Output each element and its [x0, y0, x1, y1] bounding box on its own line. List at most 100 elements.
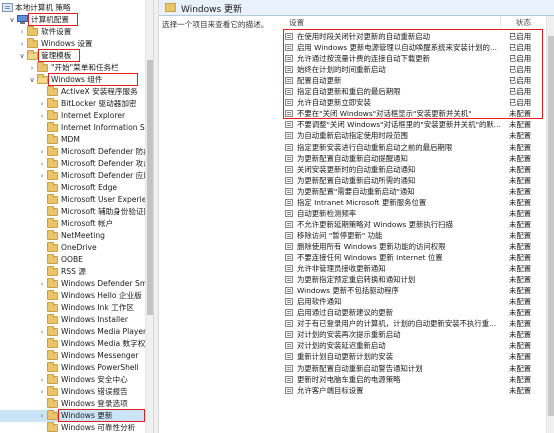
- policy-row[interactable]: 重新计划自动更新计划的安装 未配置: [281, 351, 546, 362]
- policy-row[interactable]: 为更新配置自动重新启动提醒通知 未配置: [281, 153, 546, 164]
- tree-item[interactable]: Internet Information Ser: [0, 122, 153, 134]
- chevron-right-icon[interactable]: ›: [28, 62, 36, 74]
- tree-item[interactable]: › Windows Media Player: [0, 326, 146, 338]
- chevron-right-icon[interactable]: ›: [38, 410, 46, 422]
- column-header-state[interactable]: 状态: [501, 16, 546, 30]
- tree-item[interactable]: Microsoft Edge: [0, 182, 145, 194]
- policy-name: 始终在计划的时间重新启动: [297, 65, 386, 75]
- policy-row[interactable]: 不允许更新延期策略对 Windows 更新执行扫描 未配置: [281, 219, 546, 230]
- policy-row[interactable]: 指定更新安装进行自动重新启动之前的最后期限 未配置: [281, 142, 546, 153]
- policy-row[interactable]: 删除使用所有 Windows 更新功能的访问权限 未配置: [281, 241, 546, 252]
- policy-row[interactable]: 允许客户端目标设置 未配置: [281, 385, 546, 396]
- chevron-right-icon[interactable]: ›: [38, 158, 46, 170]
- policy-row[interactable]: 为更新配置自动重新启动警告通知计划 未配置: [281, 363, 546, 374]
- policy-row[interactable]: 允许非管理员接收更新通知 未配置: [281, 263, 546, 274]
- folder-icon: [47, 182, 58, 192]
- tree-item[interactable]: Windows 可靠性分析: [0, 422, 145, 433]
- tree-item[interactable]: Windows Ink 工作区: [0, 302, 145, 314]
- chevron-down-icon[interactable]: ∨: [28, 74, 36, 86]
- tree-item[interactable]: › Windows 错误报告: [0, 386, 145, 398]
- policy-row[interactable]: 为更新配置自动重新启动所需的通知 未配置: [281, 175, 546, 186]
- chevron-right-icon[interactable]: ›: [18, 26, 26, 38]
- folder-icon: [47, 134, 58, 144]
- tree-item-label: BitLocker 驱动器加密: [61, 99, 137, 108]
- tree-item[interactable]: Windows Messenger: [0, 350, 145, 362]
- tree-item[interactable]: › Windows 设置: [0, 38, 145, 50]
- policy-setting-icon: [285, 33, 293, 40]
- tree-item[interactable]: › Microsoft Defender 防病: [0, 146, 151, 158]
- chevron-right-icon[interactable]: ›: [38, 110, 46, 122]
- policy-row[interactable]: 为更新配置"需要自动重新启动"通知 未配置: [281, 186, 546, 197]
- tree-item[interactable]: ∨ 计算机配置: [0, 14, 145, 26]
- policy-row[interactable]: 移除访问 "暂停更新" 功能 未配置: [281, 230, 546, 241]
- tree-item[interactable]: MDM: [0, 134, 145, 146]
- policy-row[interactable]: 在使用时段关闭针对更新的自动重新启动 已启用: [281, 31, 546, 42]
- policy-row[interactable]: 不要调整"关闭 Windows"对话框里的"安装更新并关机"的默... 未配置: [281, 119, 546, 130]
- tree-item-label: Microsoft 辅助身份验证因: [61, 207, 152, 216]
- policy-row[interactable]: 不要在"关闭 Windows"对话框显示"安装更新并关机" 未配置: [281, 108, 546, 119]
- chevron-right-icon[interactable]: ›: [18, 38, 26, 50]
- tree-item[interactable]: › Windows 更新: [0, 410, 145, 422]
- policy-row[interactable]: 指定 Intranet Microsoft 更新服务位置 未配置: [281, 197, 546, 208]
- list-scrollbar-thumb[interactable]: [548, 36, 554, 416]
- policy-row[interactable]: 指定自动更新和重启的最后期限 已启用: [281, 86, 546, 97]
- policy-row[interactable]: Windows 更新不包括驱动程序 未配置: [281, 285, 546, 296]
- chevron-right-icon[interactable]: ›: [38, 146, 46, 158]
- tree-item[interactable]: OneDrive: [0, 242, 145, 254]
- tree-item[interactable]: › BitLocker 驱动器加密: [0, 98, 145, 110]
- policy-row[interactable]: 允许自动更新立即安装 已启用: [281, 97, 546, 108]
- list-scrollbar[interactable]: [546, 16, 554, 433]
- chevron-right-icon[interactable]: ›: [38, 278, 46, 290]
- chevron-down-icon[interactable]: ∨: [8, 14, 16, 26]
- tree-item[interactable]: ActiveX 安装程序服务: [0, 86, 145, 98]
- chevron-right-icon[interactable]: ›: [38, 326, 46, 338]
- policy-row[interactable]: 为自动重新启动指定使用时段范围 未配置: [281, 130, 546, 141]
- chevron-down-icon[interactable]: ∨: [18, 50, 26, 62]
- tree-item[interactable]: Windows PowerShell: [0, 362, 145, 374]
- policy-row[interactable]: 对于有已登录用户的计算机，计划的自动更新安装不执行重... 未配置: [281, 318, 546, 329]
- tree-item[interactable]: Windows Installer: [0, 314, 145, 326]
- column-header-setting[interactable]: 设置: [281, 16, 501, 30]
- chevron-right-icon[interactable]: ›: [38, 374, 46, 386]
- policy-row[interactable]: 配置自动更新 已启用: [281, 75, 546, 86]
- tree-item[interactable]: Microsoft 辅助身份验证因: [0, 206, 151, 218]
- tree-item[interactable]: › Microsoft Defender 应用: [0, 170, 151, 182]
- chevron-right-icon[interactable]: ›: [38, 98, 46, 110]
- tree-item[interactable]: OOBE: [0, 254, 145, 266]
- policy-row[interactable]: 启用通过自动更新建议的更新 未配置: [281, 307, 546, 318]
- policy-row[interactable]: 对计划的安装再次提示重新启动 未配置: [281, 329, 546, 340]
- tree-item[interactable]: › Windows Defender Sma: [0, 278, 152, 290]
- tree-item[interactable]: 本地计算机 策略: [0, 2, 145, 14]
- policy-row[interactable]: 启用软件通知 未配置: [281, 296, 546, 307]
- policy-row[interactable]: 为更新指定预定重启转换和通知计划 未配置: [281, 274, 546, 285]
- policy-row[interactable]: 更新时对电脑车重启的电源策略 未配置: [281, 374, 546, 385]
- policy-row[interactable]: 始终在计划的时间重新启动 已启用: [281, 64, 546, 75]
- tree-item[interactable]: Microsoft 帐户: [0, 218, 145, 230]
- policy-row[interactable]: 启用 Windows 更新电源管理以自动唤醒系统来安装计划的... 已启用: [281, 42, 546, 53]
- chevron-right-icon[interactable]: ›: [38, 170, 46, 182]
- tree-item[interactable]: › Windows 安全中心: [0, 374, 145, 386]
- tree-item[interactable]: Windows Hello 企业版: [0, 290, 145, 302]
- policy-row[interactable]: 自动更新检测频率 未配置: [281, 208, 546, 219]
- folder-icon: [47, 206, 58, 216]
- tree-item-label: "开始"菜单和任务栏: [51, 63, 119, 72]
- tree-item[interactable]: Windows 登录选项: [0, 398, 145, 410]
- chevron-right-icon[interactable]: ›: [38, 386, 46, 398]
- policy-row[interactable]: 允许通过按流量计费的连接自动下载更新 已启用: [281, 53, 546, 64]
- tree-item[interactable]: ∨ 管理模板: [0, 50, 145, 62]
- tree-item[interactable]: RSS 源: [0, 266, 145, 278]
- tree-item[interactable]: Microsoft User Experien: [0, 194, 151, 206]
- policy-setting-icon: [285, 242, 293, 250]
- policy-row[interactable]: 不要连接任何 Windows 更新 Internet 位置 未配置: [281, 252, 546, 263]
- policy-row[interactable]: 对计划的安装延迟重新启动 未配置: [281, 340, 546, 351]
- tree-item[interactable]: NetMeeting: [0, 230, 145, 242]
- tree-item[interactable]: › Internet Explorer: [0, 110, 145, 122]
- tree-item[interactable]: › 软件设置: [0, 26, 145, 38]
- tree-item[interactable]: Windows Media 数字权限: [0, 338, 153, 350]
- tree-item[interactable]: › Microsoft Defender 攻击: [0, 158, 151, 170]
- policy-row[interactable]: 关闭安装更新时的自动重新启动通知 未配置: [281, 164, 546, 175]
- policy-setting-icon: [285, 386, 293, 394]
- tree-item[interactable]: ∨ Windows 组件: [0, 74, 145, 86]
- tree-scrollbar[interactable]: [145, 0, 153, 433]
- tree-item[interactable]: › "开始"菜单和任务栏: [0, 62, 145, 74]
